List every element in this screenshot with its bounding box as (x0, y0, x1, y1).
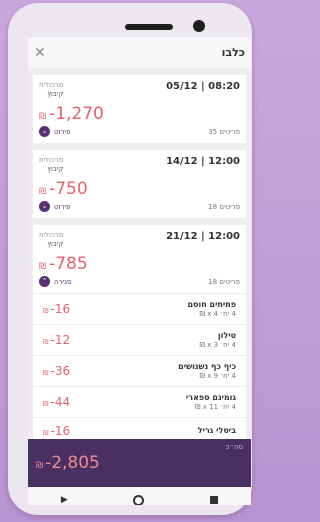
store-type: מרכולית (39, 156, 64, 164)
phone-frame: כלבו ✕ 05/12 | 08:20 מרכולית קיבוץ ₪ -1,2… (8, 3, 252, 515)
item-name: כיף כף נשנושים (178, 362, 236, 371)
list-item: גומיגם ספארי 4 יח׳ x 11 ₪ ₪ -44 (33, 386, 246, 417)
currency-symbol: ₪ (43, 400, 49, 408)
list-item: כיף כף נשנושים 4 יח׳ x 9 ₪ ₪ -36 (33, 355, 246, 386)
item-name: ביסלי גריל (197, 426, 236, 435)
purchase-datetime: 14/12 | 12:00 (166, 156, 240, 167)
currency-symbol: ₪ (39, 262, 47, 272)
item-price: ₪ -44 (43, 395, 70, 409)
store-info: מרכולית קיבוץ (39, 231, 63, 248)
price-value: -44 (50, 395, 71, 409)
chevron-up-icon: ⌃ (39, 276, 50, 287)
details-toggle[interactable]: פירוט ⌄ (39, 201, 70, 212)
store-name: קיבוץ (47, 240, 64, 248)
camera-dot (193, 20, 205, 32)
back-icon[interactable]: ▶ (61, 495, 68, 505)
item-qty: 4 יח׳ x 11 ₪ (195, 403, 236, 411)
price-value: -36 (50, 364, 71, 378)
purchase-amount: ₪ -785 (39, 254, 240, 274)
home-icon[interactable] (133, 494, 145, 505)
toggle-label: פירוט (54, 127, 71, 136)
item-name: טילון (217, 331, 236, 340)
list-item: טילון 4 יח׳ x 3 ₪ ₪ -12 (33, 324, 246, 355)
amount-value: -750 (49, 179, 88, 199)
list-item: פתיתים חוסם 4 יח׳ x 4 ₪ ₪ -16 (33, 293, 246, 324)
currency-symbol: ₪ (43, 338, 49, 346)
purchase-amount: ₪ -1,270 (39, 104, 240, 124)
system-nav-bar: ▶ (28, 487, 251, 505)
amount-value: -785 (49, 254, 88, 274)
store-type: מרכולית (39, 231, 64, 239)
toggle-label: סגירה (54, 277, 72, 286)
purchase-card: 05/12 | 08:20 מרכולית קיבוץ ₪ -1,270 35 פ… (33, 75, 246, 143)
details-toggle[interactable]: סגירה ⌃ (39, 276, 72, 287)
phone-notch (125, 9, 209, 37)
purchase-datetime: 05/12 | 08:20 (166, 81, 240, 92)
purchase-card: 14/12 | 12:00 מרכולית קיבוץ ₪ -750 18 פרי… (33, 150, 246, 218)
currency-symbol: ₪ (39, 187, 47, 197)
items-count: 18 פריטים (208, 277, 240, 286)
toggle-label: פירוט (54, 202, 71, 211)
speaker-bar (125, 24, 173, 30)
item-name: פתיתים חוסם (187, 300, 236, 309)
store-info: מרכולית קיבוץ (39, 156, 63, 173)
store-name: קיבוץ (47, 165, 64, 173)
recent-apps-icon[interactable] (210, 496, 219, 504)
total-amount: -2,805 (45, 453, 100, 473)
total-bar: סה״כ ₪ -2,805 (28, 439, 251, 487)
page-title: כלבו (221, 46, 245, 59)
store-name: קיבוץ (47, 90, 64, 98)
close-icon[interactable]: ✕ (34, 46, 46, 60)
store-type: מרכולית (39, 81, 64, 89)
item-qty: 4 יח׳ x 4 ₪ (199, 310, 236, 318)
item-price: ₪ -12 (43, 333, 70, 347)
currency-symbol: ₪ (36, 461, 44, 471)
item-price: ₪ -16 (43, 302, 70, 316)
purchase-amount: ₪ -750 (39, 179, 240, 199)
item-price: ₪ -16 (43, 424, 70, 438)
purchase-datetime: 21/12 | 12:00 (166, 231, 240, 242)
amount-value: -1,270 (49, 104, 104, 124)
price-value: -16 (50, 302, 71, 316)
app-header: כלבו ✕ (28, 37, 251, 68)
chevron-down-icon: ⌄ (39, 201, 50, 212)
details-toggle[interactable]: פירוט ⌄ (39, 126, 70, 137)
item-qty: 4 יח׳ x 9 ₪ (199, 372, 236, 380)
store-info: מרכולית קיבוץ (39, 81, 63, 98)
item-qty: 4 יח׳ x 3 ₪ (199, 341, 236, 349)
price-value: -12 (50, 333, 71, 347)
purchase-card: 21/12 | 12:00 מרכולית קיבוץ ₪ -785 18 פרי… (33, 225, 246, 293)
app-screen: כלבו ✕ 05/12 | 08:20 מרכולית קיבוץ ₪ -1,2… (28, 37, 251, 505)
currency-symbol: ₪ (43, 307, 49, 315)
item-name: גומיגם ספארי (185, 393, 236, 402)
total-value: ₪ -2,805 (36, 453, 243, 473)
currency-symbol: ₪ (43, 429, 49, 437)
currency-symbol: ₪ (39, 112, 47, 122)
chevron-down-icon: ⌄ (39, 126, 50, 137)
price-value: -16 (50, 424, 71, 438)
item-price: ₪ -36 (43, 364, 70, 378)
currency-symbol: ₪ (43, 369, 49, 377)
items-count: 35 פריטים (208, 127, 240, 136)
total-label: סה״כ (225, 443, 243, 451)
items-count: 18 פריטים (208, 202, 240, 211)
